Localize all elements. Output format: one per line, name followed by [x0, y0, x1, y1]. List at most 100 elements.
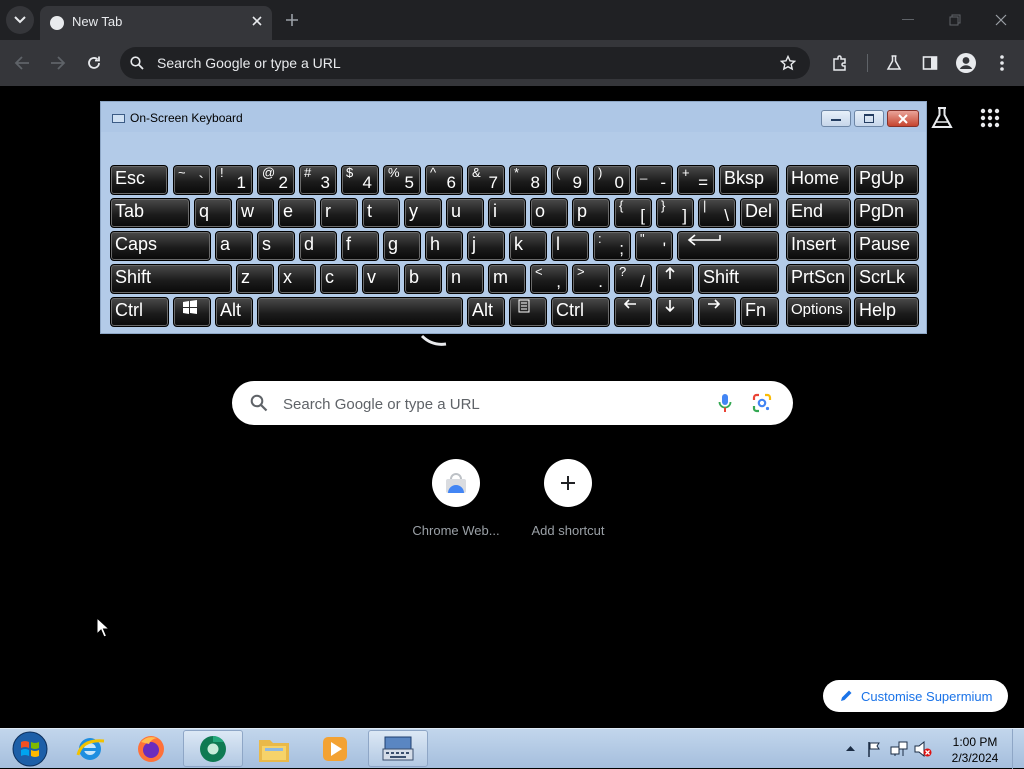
key[interactable]: b — [404, 264, 442, 294]
key[interactable]: m — [488, 264, 526, 294]
key[interactable]: ScrLk — [854, 264, 919, 294]
back-button[interactable] — [10, 51, 34, 75]
new-tab-button[interactable] — [282, 10, 302, 30]
volume-muted-icon[interactable] — [914, 741, 932, 757]
key[interactable]: p — [572, 198, 610, 228]
key[interactable]: @2 — [257, 165, 295, 195]
key[interactable]: & 7 — [467, 165, 505, 195]
omnibox[interactable]: Search Google or type a URL — [120, 47, 810, 79]
key[interactable]: o — [530, 198, 568, 228]
key[interactable]: | \ — [698, 198, 736, 228]
key[interactable]: Shift — [110, 264, 232, 294]
key-space[interactable] — [257, 297, 463, 327]
key[interactable]: s — [257, 231, 295, 261]
key[interactable]: x — [278, 264, 316, 294]
taskbar-firefox[interactable] — [121, 730, 181, 767]
bookmark-star-icon[interactable] — [780, 55, 796, 71]
key-enter[interactable] — [677, 231, 779, 261]
key[interactable]: t — [362, 198, 400, 228]
key[interactable]: v — [362, 264, 400, 294]
key[interactable]: Alt — [467, 297, 505, 327]
key-right[interactable] — [698, 297, 736, 327]
key[interactable]: $4 — [341, 165, 379, 195]
key[interactable]: h — [425, 231, 463, 261]
key[interactable]: + = — [677, 165, 715, 195]
taskbar-supermium-browser[interactable] — [183, 730, 243, 767]
osk-close-button[interactable] — [887, 110, 919, 127]
key[interactable]: c — [320, 264, 358, 294]
key[interactable]: q — [194, 198, 232, 228]
key[interactable]: Del — [740, 198, 779, 228]
key[interactable]: PgUp — [854, 165, 919, 195]
key[interactable]: % 5 — [383, 165, 421, 195]
start-button[interactable] — [0, 730, 60, 767]
key[interactable]: {[ — [614, 198, 652, 228]
key[interactable]: Tab — [110, 198, 190, 228]
voice-search-mic-icon[interactable] — [718, 393, 732, 413]
key[interactable]: }] — [656, 198, 694, 228]
minimize-button[interactable] — [896, 8, 920, 32]
key[interactable]: Bksp — [719, 165, 779, 195]
key[interactable]: #3 — [299, 165, 337, 195]
key[interactable]: Pause — [854, 231, 919, 261]
key[interactable]: PrtScn — [786, 264, 851, 294]
tray-overflow-arrow-icon[interactable] — [846, 745, 855, 751]
key[interactable]: r — [320, 198, 358, 228]
key-down[interactable] — [656, 297, 694, 327]
key[interactable]: ! 1 — [215, 165, 253, 195]
key-up[interactable] — [656, 264, 694, 294]
tab-close-button[interactable] — [248, 12, 266, 30]
key[interactable]: Home — [786, 165, 851, 195]
key[interactable]: ? / — [614, 264, 652, 294]
key[interactable]: e — [278, 198, 316, 228]
key[interactable]: u — [446, 198, 484, 228]
ntp-labs-flask-icon[interactable] — [931, 106, 953, 130]
key[interactable]: ~ ` — [173, 165, 211, 195]
key[interactable]: k — [509, 231, 547, 261]
key[interactable]: * 8 — [509, 165, 547, 195]
key[interactable]: Shift — [698, 264, 779, 294]
add-shortcut-tile[interactable]: Add shortcut — [512, 459, 624, 538]
osk-maximize-button[interactable] — [854, 110, 884, 127]
key[interactable]: :; — [593, 231, 631, 261]
menu-button[interactable] — [990, 51, 1014, 75]
taskbar-media-player[interactable] — [305, 730, 365, 767]
key[interactable]: g — [383, 231, 421, 261]
key[interactable]: Ctrl — [551, 297, 610, 327]
taskbar-file-explorer[interactable] — [244, 730, 304, 767]
shortcut-tile[interactable]: Chrome Web... — [400, 459, 512, 538]
taskbar-on-screen-keyboard[interactable] — [368, 730, 428, 767]
key[interactable]: End — [786, 198, 851, 228]
key[interactable]: Options — [786, 297, 851, 327]
show-desktop-button[interactable] — [1012, 729, 1024, 769]
network-icon[interactable] — [890, 741, 908, 757]
key[interactable]: _ - — [635, 165, 673, 195]
key[interactable]: Ctrl — [110, 297, 169, 327]
ntp-search-box[interactable]: Search Google or type a URL — [232, 381, 793, 425]
key[interactable]: a — [215, 231, 253, 261]
forward-button[interactable] — [46, 51, 70, 75]
key[interactable]: n — [446, 264, 484, 294]
close-window-button[interactable] — [989, 8, 1013, 32]
key[interactable]: >. — [572, 264, 610, 294]
key[interactable]: Help — [854, 297, 919, 327]
osk-minimize-button[interactable] — [821, 110, 851, 127]
key[interactable]: (9 — [551, 165, 589, 195]
key[interactable]: l — [551, 231, 589, 261]
key[interactable]: ^ 6 — [425, 165, 463, 195]
extensions-button[interactable] — [828, 51, 852, 75]
key[interactable]: " ' — [635, 231, 673, 261]
customise-button[interactable]: Customise Supermium — [823, 680, 1008, 712]
key[interactable]: i — [488, 198, 526, 228]
key[interactable]: f — [341, 231, 379, 261]
key[interactable]: Alt — [215, 297, 253, 327]
reload-button[interactable] — [82, 51, 106, 75]
taskbar-internet-explorer[interactable] — [60, 730, 120, 767]
profile-button[interactable] — [954, 51, 978, 75]
key[interactable]: PgDn — [854, 198, 919, 228]
key[interactable]: d — [299, 231, 337, 261]
google-lens-icon[interactable] — [752, 393, 772, 413]
action-center-flag-icon[interactable] — [867, 741, 881, 757]
key[interactable]: y — [404, 198, 442, 228]
osk-titlebar[interactable]: On-Screen Keyboard — [101, 102, 926, 132]
